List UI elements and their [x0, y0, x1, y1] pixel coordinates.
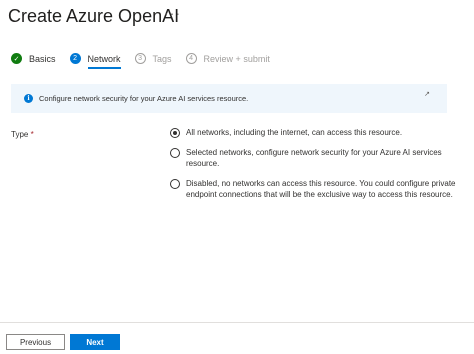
radio-selected-networks[interactable]: Selected networks, configure network sec…	[170, 147, 460, 169]
previous-button[interactable]: Previous	[6, 334, 65, 350]
radio-button-icon[interactable]	[170, 148, 180, 158]
step-label: Review + submit	[203, 53, 270, 64]
radio-button-icon[interactable]	[170, 128, 180, 138]
step-basics[interactable]: ✓ Basics	[11, 53, 56, 64]
step-review-submit[interactable]: 4 Review + submit	[185, 53, 270, 64]
more-options-icon[interactable]: ···	[164, 5, 181, 21]
radio-label: All networks, including the internet, ca…	[186, 128, 403, 137]
radio-all-networks[interactable]: All networks, including the internet, ca…	[170, 127, 460, 138]
step-number-badge: 3	[134, 53, 146, 64]
radio-button-icon[interactable]	[170, 179, 180, 189]
external-link-icon[interactable]: ↗	[424, 90, 430, 98]
wizard-steps: ✓ Basics 2 Network 3 Tags 4 Review + sub…	[11, 53, 284, 69]
next-button[interactable]: Next	[70, 334, 120, 350]
active-step-underline	[87, 67, 121, 69]
radio-label: Selected networks, configure network sec…	[186, 148, 442, 168]
step-tags[interactable]: 3 Tags	[134, 53, 172, 64]
step-label: Tags	[152, 53, 172, 64]
info-banner: i Configure network security for your Az…	[11, 84, 447, 113]
info-icon: i	[24, 94, 33, 103]
info-text: Configure network security for your Azur…	[39, 94, 249, 103]
radio-label: Disabled, no networks can access this re…	[186, 179, 456, 199]
required-marker: *	[30, 130, 34, 139]
checkmark-icon: ✓	[11, 53, 22, 64]
step-label: Network	[87, 53, 121, 64]
step-label: Basics	[29, 53, 56, 64]
step-number-badge: 2	[69, 53, 81, 64]
step-number-badge: 4	[185, 53, 197, 64]
page-title: Create Azure OpenAI	[8, 6, 180, 26]
type-field-label: Type *	[11, 130, 34, 139]
footer-divider	[0, 322, 474, 323]
create-azure-openai-page: Create Azure OpenAI ··· ✓ Basics 2 Netwo…	[0, 0, 474, 354]
network-type-radio-group: All networks, including the internet, ca…	[170, 127, 460, 209]
radio-disabled[interactable]: Disabled, no networks can access this re…	[170, 178, 460, 200]
type-label-text: Type	[11, 130, 29, 139]
step-network[interactable]: 2 Network	[69, 53, 121, 69]
